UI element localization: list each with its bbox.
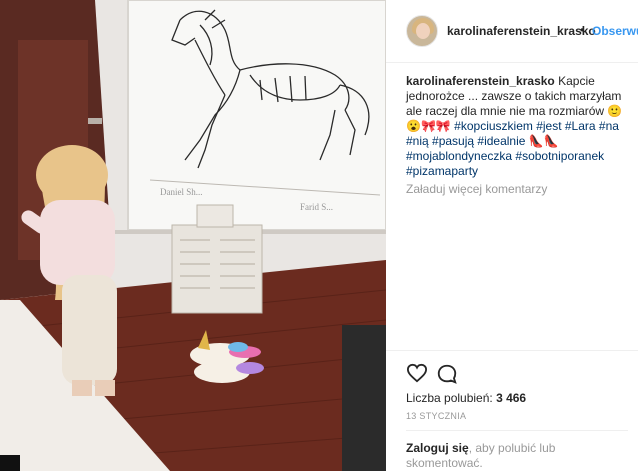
avatar[interactable]: [406, 15, 438, 47]
photo-illustration: Daniel Sh... Farid S...: [0, 0, 386, 471]
follow-button[interactable]: Obserwuj: [592, 24, 638, 38]
svg-text:Farid S...: Farid S...: [300, 202, 333, 212]
heart-icon[interactable]: [406, 363, 428, 383]
post-caption: karolinaferenstein_krasko Kapcie jednoro…: [406, 74, 628, 179]
photo-corner-overlay: [0, 455, 20, 471]
likes-label: Liczba polubień:: [406, 391, 493, 405]
avatar-face: [416, 23, 430, 39]
caption-hashtags-2[interactable]: #nią #pasują #idealnie 👠👠: [406, 134, 559, 148]
caption-hashtags-4[interactable]: #pizamaparty: [406, 164, 478, 178]
comment-icon[interactable]: [436, 363, 458, 385]
load-more-comments[interactable]: Załaduj więcej komentarzy: [406, 182, 547, 196]
login-prompt: Zaloguj się, aby polubić lub skomentować…: [406, 441, 606, 471]
login-link[interactable]: Zaloguj się: [406, 441, 469, 455]
post-photo[interactable]: Daniel Sh... Farid S...: [0, 0, 386, 471]
svg-text:Daniel Sh...: Daniel Sh...: [160, 187, 203, 197]
likes-number: 3 466: [496, 391, 527, 405]
divider: [406, 430, 628, 431]
caption-emoji: 😮🎀🎀: [406, 119, 451, 133]
post-date[interactable]: 13 STYCZNIA: [406, 411, 466, 421]
post-header: karolinaferenstein_krasko • Obserwuj: [386, 0, 638, 63]
instagram-post: Daniel Sh... Farid S... karolinaferenste…: [0, 0, 638, 471]
caption-hashtags-1[interactable]: #kopciuszkiem #jest #Lara #na: [454, 119, 619, 133]
post-actions: Liczba polubień: 3 466 13 STYCZNIA Zalog…: [386, 350, 638, 472]
post-side-panel: karolinaferenstein_krasko • Obserwuj kar…: [386, 0, 638, 471]
caption-username[interactable]: karolinaferenstein_krasko: [406, 74, 555, 88]
separator-dot: •: [580, 23, 585, 37]
likes-count[interactable]: Liczba polubień: 3 466: [406, 391, 526, 405]
caption-hashtags-3[interactable]: #mojablondyneczka #sobotniporanek: [406, 149, 604, 163]
username-link[interactable]: karolinaferenstein_krasko: [447, 24, 596, 38]
